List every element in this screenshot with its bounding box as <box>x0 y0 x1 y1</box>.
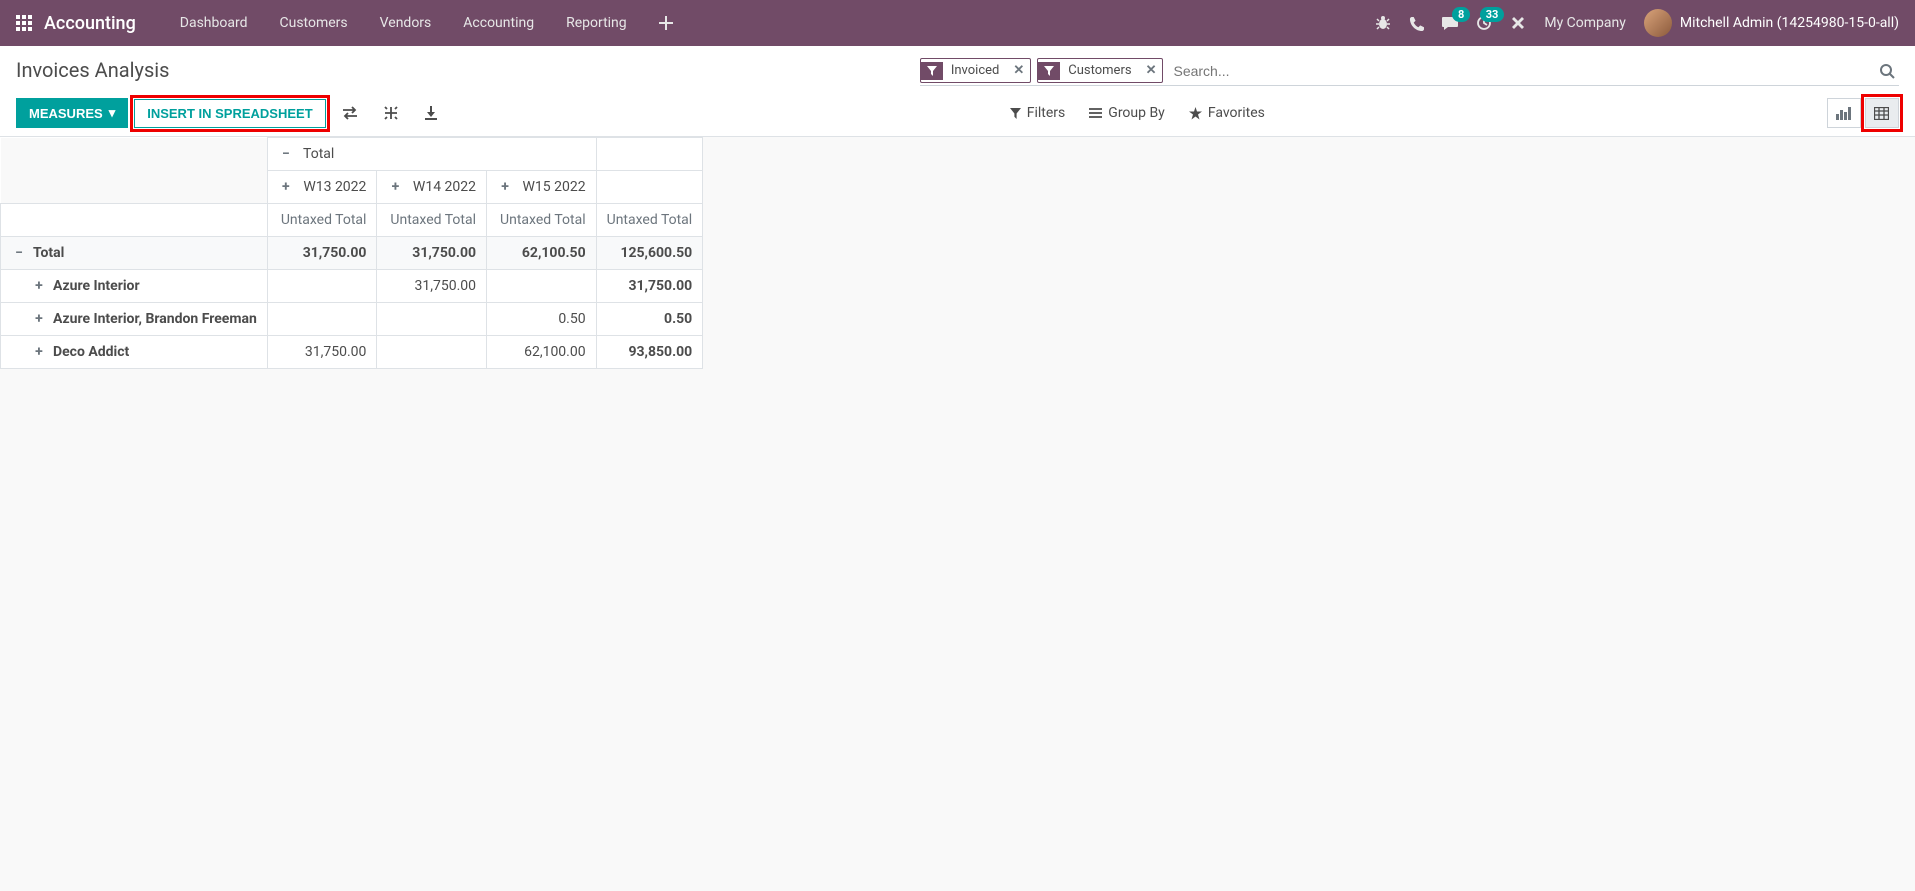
pivot-cell[interactable] <box>267 270 377 303</box>
pivot-cell[interactable] <box>267 303 377 336</box>
pivot-cell[interactable] <box>377 336 487 369</box>
tools-icon[interactable] <box>1510 15 1526 31</box>
pivot-cell[interactable]: 31,750.00 <box>377 270 487 303</box>
expand-icon[interactable]: + <box>31 311 47 327</box>
facet-invoiced: Invoiced ✕ <box>920 58 1031 83</box>
measure-header[interactable]: Untaxed Total <box>596 204 703 237</box>
download-icon[interactable] <box>414 100 448 126</box>
groupby-dropdown[interactable]: Group By <box>1089 105 1165 121</box>
expand-icon[interactable]: + <box>31 344 47 360</box>
pivot-cell[interactable] <box>487 270 597 303</box>
favorites-dropdown[interactable]: Favorites <box>1189 105 1265 121</box>
collapse-icon[interactable]: − <box>278 146 294 162</box>
app-brand[interactable]: Accounting <box>44 13 136 34</box>
apps-icon[interactable] <box>16 15 32 31</box>
pivot-cell[interactable]: 62,100.00 <box>487 336 597 369</box>
col-header[interactable]: + W14 2022 <box>377 171 487 204</box>
filter-icon <box>921 62 943 80</box>
row-header[interactable]: +Azure Interior <box>1 270 268 303</box>
main-navbar: Accounting Dashboard Customers Vendors A… <box>0 0 1915 46</box>
expand-icon[interactable]: + <box>278 179 294 195</box>
star-icon <box>1189 107 1202 120</box>
pivot-cell[interactable]: 62,100.50 <box>487 237 597 270</box>
page-title: Invoices Analysis <box>16 58 169 82</box>
measure-header[interactable]: Untaxed Total <box>487 204 597 237</box>
pivot-cell-total[interactable]: 31,750.00 <box>596 270 703 303</box>
user-name: Mitchell Admin (14254980-15-0-all) <box>1680 15 1899 31</box>
row-header[interactable]: −Total <box>1 237 268 270</box>
facet-customers: Customers ✕ <box>1037 58 1163 83</box>
pivot-view-button[interactable] <box>1865 98 1899 128</box>
nav-accounting[interactable]: Accounting <box>447 0 550 46</box>
expand-icon[interactable]: + <box>497 179 513 195</box>
caret-down-icon: ▾ <box>109 105 116 121</box>
control-panel: Invoices Analysis Invoiced ✕ Customers ✕ <box>0 46 1915 137</box>
col-total-header[interactable]: − Total <box>267 138 596 171</box>
filter-icon <box>1010 108 1021 119</box>
nav-vendors[interactable]: Vendors <box>364 0 448 46</box>
list-icon <box>1089 108 1102 119</box>
filters-dropdown[interactable]: Filters <box>1010 105 1066 121</box>
messaging-badge: 8 <box>1452 7 1470 22</box>
row-header[interactable]: +Azure Interior, Brandon Freeman <box>1 303 268 336</box>
pivot-cell-total[interactable]: 0.50 <box>596 303 703 336</box>
expand-icon[interactable]: + <box>387 179 403 195</box>
pivot-cell[interactable]: 31,750.00 <box>267 336 377 369</box>
facet-label: Invoiced <box>943 59 1008 82</box>
pivot-cell[interactable]: 31,750.00 <box>377 237 487 270</box>
pivot-view: − Total + W13 2022 + W14 2022 + W15 2022 <box>0 137 1915 369</box>
nav-reporting[interactable]: Reporting <box>550 0 643 46</box>
measure-header[interactable]: Untaxed Total <box>267 204 377 237</box>
expand-icon[interactable]: + <box>31 278 47 294</box>
nav-plus-icon[interactable] <box>643 0 689 46</box>
avatar <box>1644 9 1672 37</box>
facet-remove-icon[interactable]: ✕ <box>1140 59 1163 82</box>
phone-icon[interactable] <box>1409 16 1424 31</box>
pivot-cell-total[interactable]: 125,600.50 <box>596 237 703 270</box>
nav-customers[interactable]: Customers <box>264 0 364 46</box>
expand-all-icon[interactable] <box>374 100 408 126</box>
pivot-cell[interactable] <box>377 303 487 336</box>
measure-header[interactable]: Untaxed Total <box>377 204 487 237</box>
pivot-cell[interactable]: 0.50 <box>487 303 597 336</box>
activities-badge: 33 <box>1480 7 1505 22</box>
collapse-icon[interactable]: − <box>11 245 27 261</box>
graph-view-button[interactable] <box>1827 98 1861 128</box>
col-header[interactable]: + W13 2022 <box>267 171 377 204</box>
search-input[interactable] <box>1169 59 1875 83</box>
col-header[interactable]: + W15 2022 <box>487 171 597 204</box>
bug-icon[interactable] <box>1375 15 1391 31</box>
insert-spreadsheet-button[interactable]: Insert in Spreadsheet <box>134 99 325 128</box>
messaging-icon[interactable]: 8 <box>1442 15 1458 31</box>
row-header[interactable]: +Deco Addict <box>1 336 268 369</box>
facet-remove-icon[interactable]: ✕ <box>1007 59 1030 82</box>
flip-axis-icon[interactable] <box>332 100 368 126</box>
measures-button[interactable]: Measures ▾ <box>16 98 128 128</box>
company-switcher[interactable]: My Company <box>1544 15 1626 31</box>
nav-dashboard[interactable]: Dashboard <box>164 0 264 46</box>
user-menu[interactable]: Mitchell Admin (14254980-15-0-all) <box>1644 9 1899 37</box>
pivot-cell[interactable]: 31,750.00 <box>267 237 377 270</box>
facet-label: Customers <box>1060 59 1139 82</box>
search-icon[interactable] <box>1875 59 1899 83</box>
pivot-cell-total[interactable]: 93,850.00 <box>596 336 703 369</box>
systray: 8 33 My Company Mitchell Admin (14254980… <box>1375 9 1899 37</box>
filter-icon <box>1038 62 1060 80</box>
nav-menu: Dashboard Customers Vendors Accounting R… <box>164 0 689 46</box>
activities-icon[interactable]: 33 <box>1476 15 1492 31</box>
search-view: Invoiced ✕ Customers ✕ <box>920 58 1899 86</box>
pivot-table: − Total + W13 2022 + W14 2022 + W15 2022 <box>0 137 703 369</box>
